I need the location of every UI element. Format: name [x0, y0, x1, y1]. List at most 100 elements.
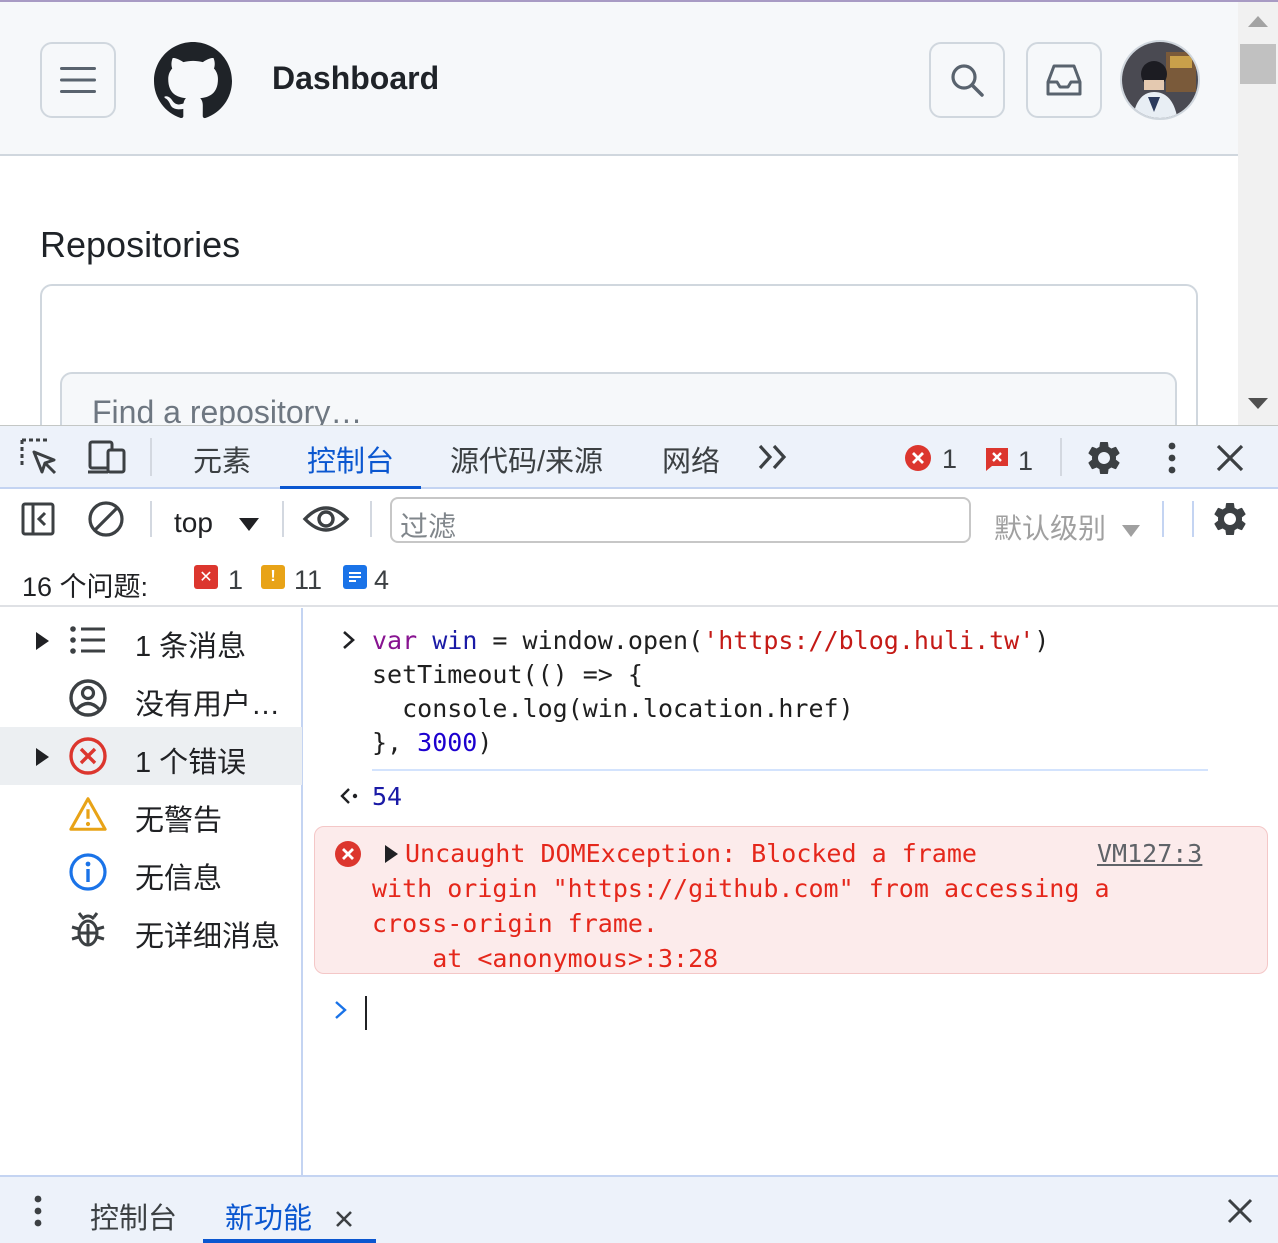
sidebar-item-label: 1 个错误	[135, 747, 247, 779]
issue-warning-count[interactable]: 11	[294, 565, 322, 596]
sidebar-item-warnings[interactable]: 无警告	[0, 785, 302, 843]
error-message[interactable]: Uncaught DOMException: Blocked a frame w…	[314, 826, 1268, 974]
divider	[150, 501, 152, 537]
sidebar-item-label: 1 条消息	[135, 631, 247, 663]
page-title[interactable]: Dashboard	[272, 60, 439, 97]
search-button[interactable]	[929, 42, 1005, 118]
clear-console-icon[interactable]	[86, 499, 126, 539]
tab-console[interactable]: 控制台	[280, 438, 422, 490]
sidebar-toggle-icon[interactable]	[20, 501, 56, 537]
log-level-selector[interactable]: 默认级别	[994, 507, 1140, 547]
close-devtools-icon[interactable]	[1214, 442, 1246, 474]
web-page-viewport: Dashboard Repositories Find a repository…	[0, 0, 1278, 425]
menu-button[interactable]	[40, 42, 116, 118]
scroll-down-arrow-icon[interactable]	[1248, 398, 1268, 409]
issue-error-icon[interactable]	[984, 446, 1010, 472]
github-header: Dashboard	[0, 2, 1238, 156]
console-output[interactable]: var win = window.open('https://blog.huli…	[305, 608, 1278, 1175]
divider	[150, 438, 152, 476]
sidebar-item-errors[interactable]: 1 个错误	[0, 727, 302, 785]
sidebar-item-user-messages[interactable]: 没有用户消息	[0, 669, 302, 727]
issue-info-count[interactable]: 4	[374, 565, 389, 596]
expand-arrow-icon[interactable]	[36, 632, 49, 650]
error-text-line: with origin "https://github.com" from ac…	[372, 874, 1110, 903]
close-tab-icon[interactable]	[334, 1204, 354, 1237]
issue-error-icon[interactable]: ✕	[194, 565, 218, 589]
tab-elements[interactable]: 元素	[193, 438, 251, 490]
drawer-menu-icon[interactable]	[26, 1193, 50, 1234]
console-sidebar: 1 条消息 没有用户消息 1 个错误 无警告 无信息 无详细消息	[0, 608, 303, 1175]
scroll-up-arrow-icon[interactable]	[1248, 16, 1268, 27]
prompt-chevron-icon	[333, 998, 349, 1027]
error-source-link[interactable]: VM127:3	[1097, 839, 1202, 868]
error-stack-line: at <anonymous>:3:28	[372, 944, 719, 973]
live-expression-eye-icon[interactable]	[302, 501, 350, 537]
info-circle-icon	[68, 852, 108, 892]
sidebar-item-messages[interactable]: 1 条消息	[0, 611, 302, 669]
drawer-tab-label: 新功能	[225, 1203, 313, 1235]
hamburger-icon	[60, 67, 96, 93]
divider	[370, 501, 372, 537]
more-options-icon[interactable]	[1158, 440, 1186, 476]
console-filter-input[interactable]: 过滤	[390, 497, 971, 543]
issues-label[interactable]: 16 个问题:	[22, 565, 148, 604]
warning-triangle-icon	[68, 794, 108, 834]
inspect-element-icon[interactable]	[20, 438, 58, 476]
error-count-icon[interactable]	[904, 444, 932, 472]
issues-bar[interactable]: 16 个问题: ✕ 1 ! 11 4	[0, 549, 1278, 607]
devtools-panel: 元素 控制台 源代码/来源 网络 1 1 top 过滤 默认级别 16 个问题:…	[0, 425, 1278, 1243]
sidebar-item-label: 无警告	[135, 805, 223, 837]
tab-network[interactable]: 网络	[662, 438, 720, 490]
console-settings-gear-icon[interactable]	[1210, 499, 1250, 539]
log-level-label: 默认级别	[994, 513, 1107, 544]
search-icon	[951, 64, 984, 97]
sidebar-item-verbose[interactable]: 无详细消息	[0, 901, 302, 959]
chevrons-right-icon[interactable]	[756, 442, 790, 472]
issue-warning-icon[interactable]: !	[261, 565, 285, 589]
error-count[interactable]: 1	[942, 444, 957, 475]
divider	[1060, 438, 1062, 476]
bug-icon	[68, 910, 108, 950]
divider	[282, 501, 284, 537]
repositories-heading: Repositories	[40, 224, 241, 265]
error-circle-icon	[334, 840, 362, 874]
divider	[1162, 501, 1164, 537]
issue-error-count[interactable]: 1	[228, 565, 243, 596]
console-input-caret[interactable]	[365, 996, 367, 1030]
close-drawer-icon[interactable]	[1226, 1197, 1254, 1230]
github-logo-icon[interactable]	[154, 42, 232, 120]
dropdown-arrow-icon	[238, 518, 259, 532]
inbox-icon	[1046, 64, 1082, 96]
repository-search-input[interactable]: Find a repository…	[60, 372, 1177, 425]
error-circle-icon	[68, 736, 108, 776]
context-selector-label: top	[174, 507, 213, 538]
devtools-tabbar: 元素 控制台 源代码/来源 网络 1 1	[0, 425, 1278, 490]
device-toolbar-icon[interactable]	[86, 438, 128, 476]
divider	[1192, 501, 1194, 537]
avatar[interactable]	[1120, 40, 1200, 120]
issue-error-count[interactable]: 1	[1018, 446, 1033, 477]
context-selector[interactable]: top	[174, 507, 259, 539]
input-chevron-icon	[341, 628, 357, 657]
drawer-tab-console[interactable]: 控制台	[90, 1195, 177, 1237]
result-chevron-icon	[339, 784, 361, 813]
dropdown-arrow-icon	[1121, 524, 1140, 537]
list-icon	[68, 620, 108, 660]
row-divider	[372, 769, 1208, 771]
devtools-drawer: 控制台 新功能	[0, 1175, 1278, 1243]
expand-arrow-icon[interactable]	[385, 845, 398, 863]
expand-arrow-icon[interactable]	[36, 748, 49, 766]
inbox-button[interactable]	[1026, 42, 1102, 118]
result-value: 54	[372, 782, 403, 811]
error-text-line: cross-origin frame.	[372, 909, 658, 938]
sidebar-item-info[interactable]: 无信息	[0, 843, 302, 901]
drawer-tab-whats-new[interactable]: 新功能	[203, 1177, 377, 1243]
settings-gear-icon[interactable]	[1084, 438, 1124, 478]
code-line: }, 3000)	[372, 728, 493, 757]
scroll-thumb[interactable]	[1240, 44, 1276, 84]
code-line: console.log(win.location.href)	[372, 694, 854, 723]
issue-info-icon[interactable]	[343, 565, 367, 589]
tab-sources[interactable]: 源代码/来源	[450, 438, 603, 490]
console-toolbar: top 过滤 默认级别	[0, 489, 1278, 549]
error-text-line: Uncaught DOMException: Blocked a frame	[405, 839, 977, 868]
